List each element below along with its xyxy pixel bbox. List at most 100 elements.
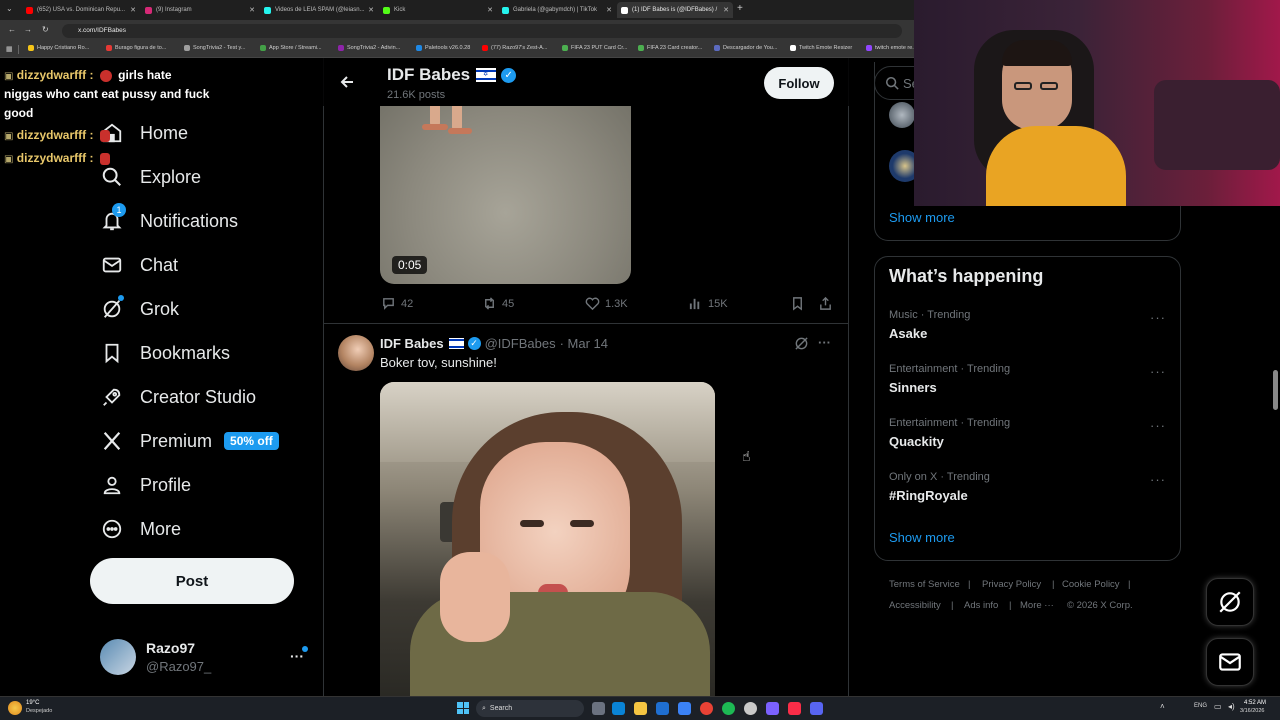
tweet-author-name[interactable]: IDF Babes	[380, 336, 444, 351]
nav-grok[interactable]: Grok	[100, 294, 179, 324]
bookmark[interactable]: SongTrivia2 - Adivin...	[338, 45, 400, 51]
chrome-icon[interactable]	[700, 702, 713, 715]
nav-bookmarks[interactable]: Bookmarks	[100, 338, 230, 368]
footer-accessibility-link[interactable]: Accessibility	[889, 600, 941, 611]
tab-x-active[interactable]: (1) IDF Babes is (@IDFBabes) / ✕	[617, 2, 733, 18]
nav-chat[interactable]: Chat	[100, 250, 178, 280]
tab-kick[interactable]: Kick ✕	[379, 2, 497, 18]
mail-icon[interactable]	[678, 702, 691, 715]
task-view-icon[interactable]	[592, 702, 605, 715]
x-logo-icon	[621, 6, 628, 14]
bookmark[interactable]: FIFA 23 PUT Card Cr...	[562, 45, 627, 51]
grok-icon[interactable]	[794, 336, 809, 356]
tweet-more-icon[interactable]: ···	[818, 335, 831, 350]
close-tab-icon[interactable]: ✕	[130, 6, 136, 14]
close-tab-icon[interactable]: ✕	[723, 6, 729, 14]
new-tab-button[interactable]: +	[737, 3, 743, 14]
tab-youtube[interactable]: (652) USA vs. Dominican Repu... ✕	[22, 2, 140, 18]
reply-button[interactable]: 42	[381, 296, 413, 311]
tab-tiktok-leia[interactable]: Videos de LEIA SPAM (@leiasn... ✕	[260, 2, 378, 18]
language-indicator[interactable]: ENG	[1194, 703, 1207, 709]
volume-icon[interactable]: ◂)	[1228, 702, 1235, 711]
bookmark[interactable]: App Store / Streami...	[260, 45, 322, 51]
bookmark[interactable]: Twitch Emote Resizer	[790, 45, 852, 51]
close-tab-icon[interactable]: ✕	[606, 6, 612, 14]
file-explorer-icon[interactable]	[634, 702, 647, 715]
show-more-link[interactable]: Show more	[889, 530, 955, 545]
nav-premium[interactable]: Premium 50% off	[100, 426, 279, 456]
bookmark[interactable]: Happy Cristiano Ro...	[28, 45, 89, 51]
suggested-account-avatar[interactable]	[889, 102, 915, 128]
grok-icon	[1219, 591, 1241, 613]
music-icon[interactable]	[788, 702, 801, 715]
bookmark[interactable]: twitch emote re...	[866, 45, 917, 51]
tweet-avatar[interactable]	[338, 335, 374, 371]
forward-icon[interactable]: →	[24, 25, 32, 34]
follow-button[interactable]: Follow	[764, 67, 834, 99]
clock-time[interactable]: 4:52 AM	[1244, 700, 1266, 706]
url-field[interactable]: x.com/IDFBabes	[62, 24, 902, 38]
footer-more-link[interactable]: More ···	[1020, 600, 1054, 611]
show-more-link[interactable]: Show more	[889, 210, 955, 225]
back-arrow-icon[interactable]	[340, 75, 354, 94]
spotify-icon[interactable]	[722, 702, 735, 715]
tab-tiktok-gabriela[interactable]: Gabriela (@gabymdch) | TikTok ✕	[498, 2, 616, 18]
footer-terms-link[interactable]: Terms of Service	[889, 579, 960, 590]
post-button[interactable]: Post	[90, 558, 294, 604]
windows-start-icon[interactable]	[457, 702, 469, 714]
tab-instagram[interactable]: (9) Instagram ✕	[141, 2, 259, 18]
nav-creator-studio[interactable]: Creator Studio	[100, 382, 256, 412]
like-button[interactable]: 1.3K	[585, 296, 628, 311]
reload-icon[interactable]: ↻	[42, 25, 49, 34]
close-tab-icon[interactable]: ✕	[368, 6, 374, 14]
tray-chevron-icon[interactable]: ˄	[1160, 702, 1165, 711]
chat-badge-icon: ▣	[4, 131, 14, 142]
tweet-date[interactable]: · Mar 14	[560, 336, 608, 351]
premium-discount-badge: 50% off	[224, 432, 279, 450]
discord-icon[interactable]	[810, 702, 823, 715]
taskbar-search[interactable]: ⌕ Search	[476, 700, 584, 717]
views-button[interactable]: 15K	[688, 296, 728, 311]
trend-more-icon[interactable]: ···	[1150, 364, 1166, 379]
messages-fab-button[interactable]	[1206, 638, 1254, 686]
trend-more-icon[interactable]: ···	[1150, 472, 1166, 487]
bookmark[interactable]: Descargador de You...	[714, 45, 777, 51]
nav-explore[interactable]: Explore	[100, 162, 201, 192]
footer-cookie-link[interactable]: Cookie Policy	[1062, 579, 1120, 590]
nav-more[interactable]: More	[100, 514, 181, 544]
bookmark[interactable]: SongTrivia2 - Test y...	[184, 45, 245, 51]
repost-button[interactable]: 45	[482, 296, 514, 311]
app-icon[interactable]	[766, 702, 779, 715]
nav-profile[interactable]: Profile	[100, 470, 191, 500]
share-button[interactable]	[818, 296, 838, 311]
scrollbar-thumb[interactable]	[1273, 370, 1278, 410]
footer-ads-link[interactable]: Ads info	[964, 600, 998, 611]
trend-more-icon[interactable]: ···	[1150, 418, 1166, 433]
tweet-author-handle[interactable]: @IDFBabes	[485, 336, 556, 351]
close-tab-icon[interactable]: ✕	[487, 6, 493, 14]
post-count: 21.6K posts	[387, 89, 446, 101]
nav-notifications[interactable]: 1 Notifications	[100, 203, 238, 236]
grok-fab-button[interactable]	[1206, 578, 1254, 626]
network-icon[interactable]: ▭	[1214, 702, 1222, 711]
bookmark[interactable]: FIFA 23 Card creator...	[638, 45, 702, 51]
back-icon[interactable]: ←	[8, 25, 16, 34]
apps-icon[interactable]: ▦	[6, 45, 13, 53]
tweet-image[interactable]	[380, 382, 715, 696]
close-tab-icon[interactable]: ✕	[249, 6, 255, 14]
divider	[323, 323, 849, 324]
bookmark[interactable]: (77) Razo97's Zest-A...	[482, 45, 547, 51]
bookmark[interactable]: Burago figura de to...	[106, 45, 166, 51]
edge-icon[interactable]	[612, 702, 625, 715]
clock-date[interactable]: 3/16/2026	[1240, 708, 1264, 714]
tab-search-icon[interactable]: ⌄	[6, 4, 13, 13]
store-icon[interactable]	[656, 702, 669, 715]
nav-home[interactable]: Home	[100, 118, 188, 148]
obs-icon[interactable]	[744, 702, 757, 715]
footer-privacy-link[interactable]: Privacy Policy	[982, 579, 1041, 590]
bookmark-button[interactable]	[790, 296, 810, 311]
trend-more-icon[interactable]: ···	[1150, 310, 1166, 325]
bookmark[interactable]: Paletools v26.0.28	[416, 45, 470, 51]
tweet-video[interactable]: 0:05	[380, 106, 631, 284]
avatar[interactable]	[100, 639, 136, 675]
